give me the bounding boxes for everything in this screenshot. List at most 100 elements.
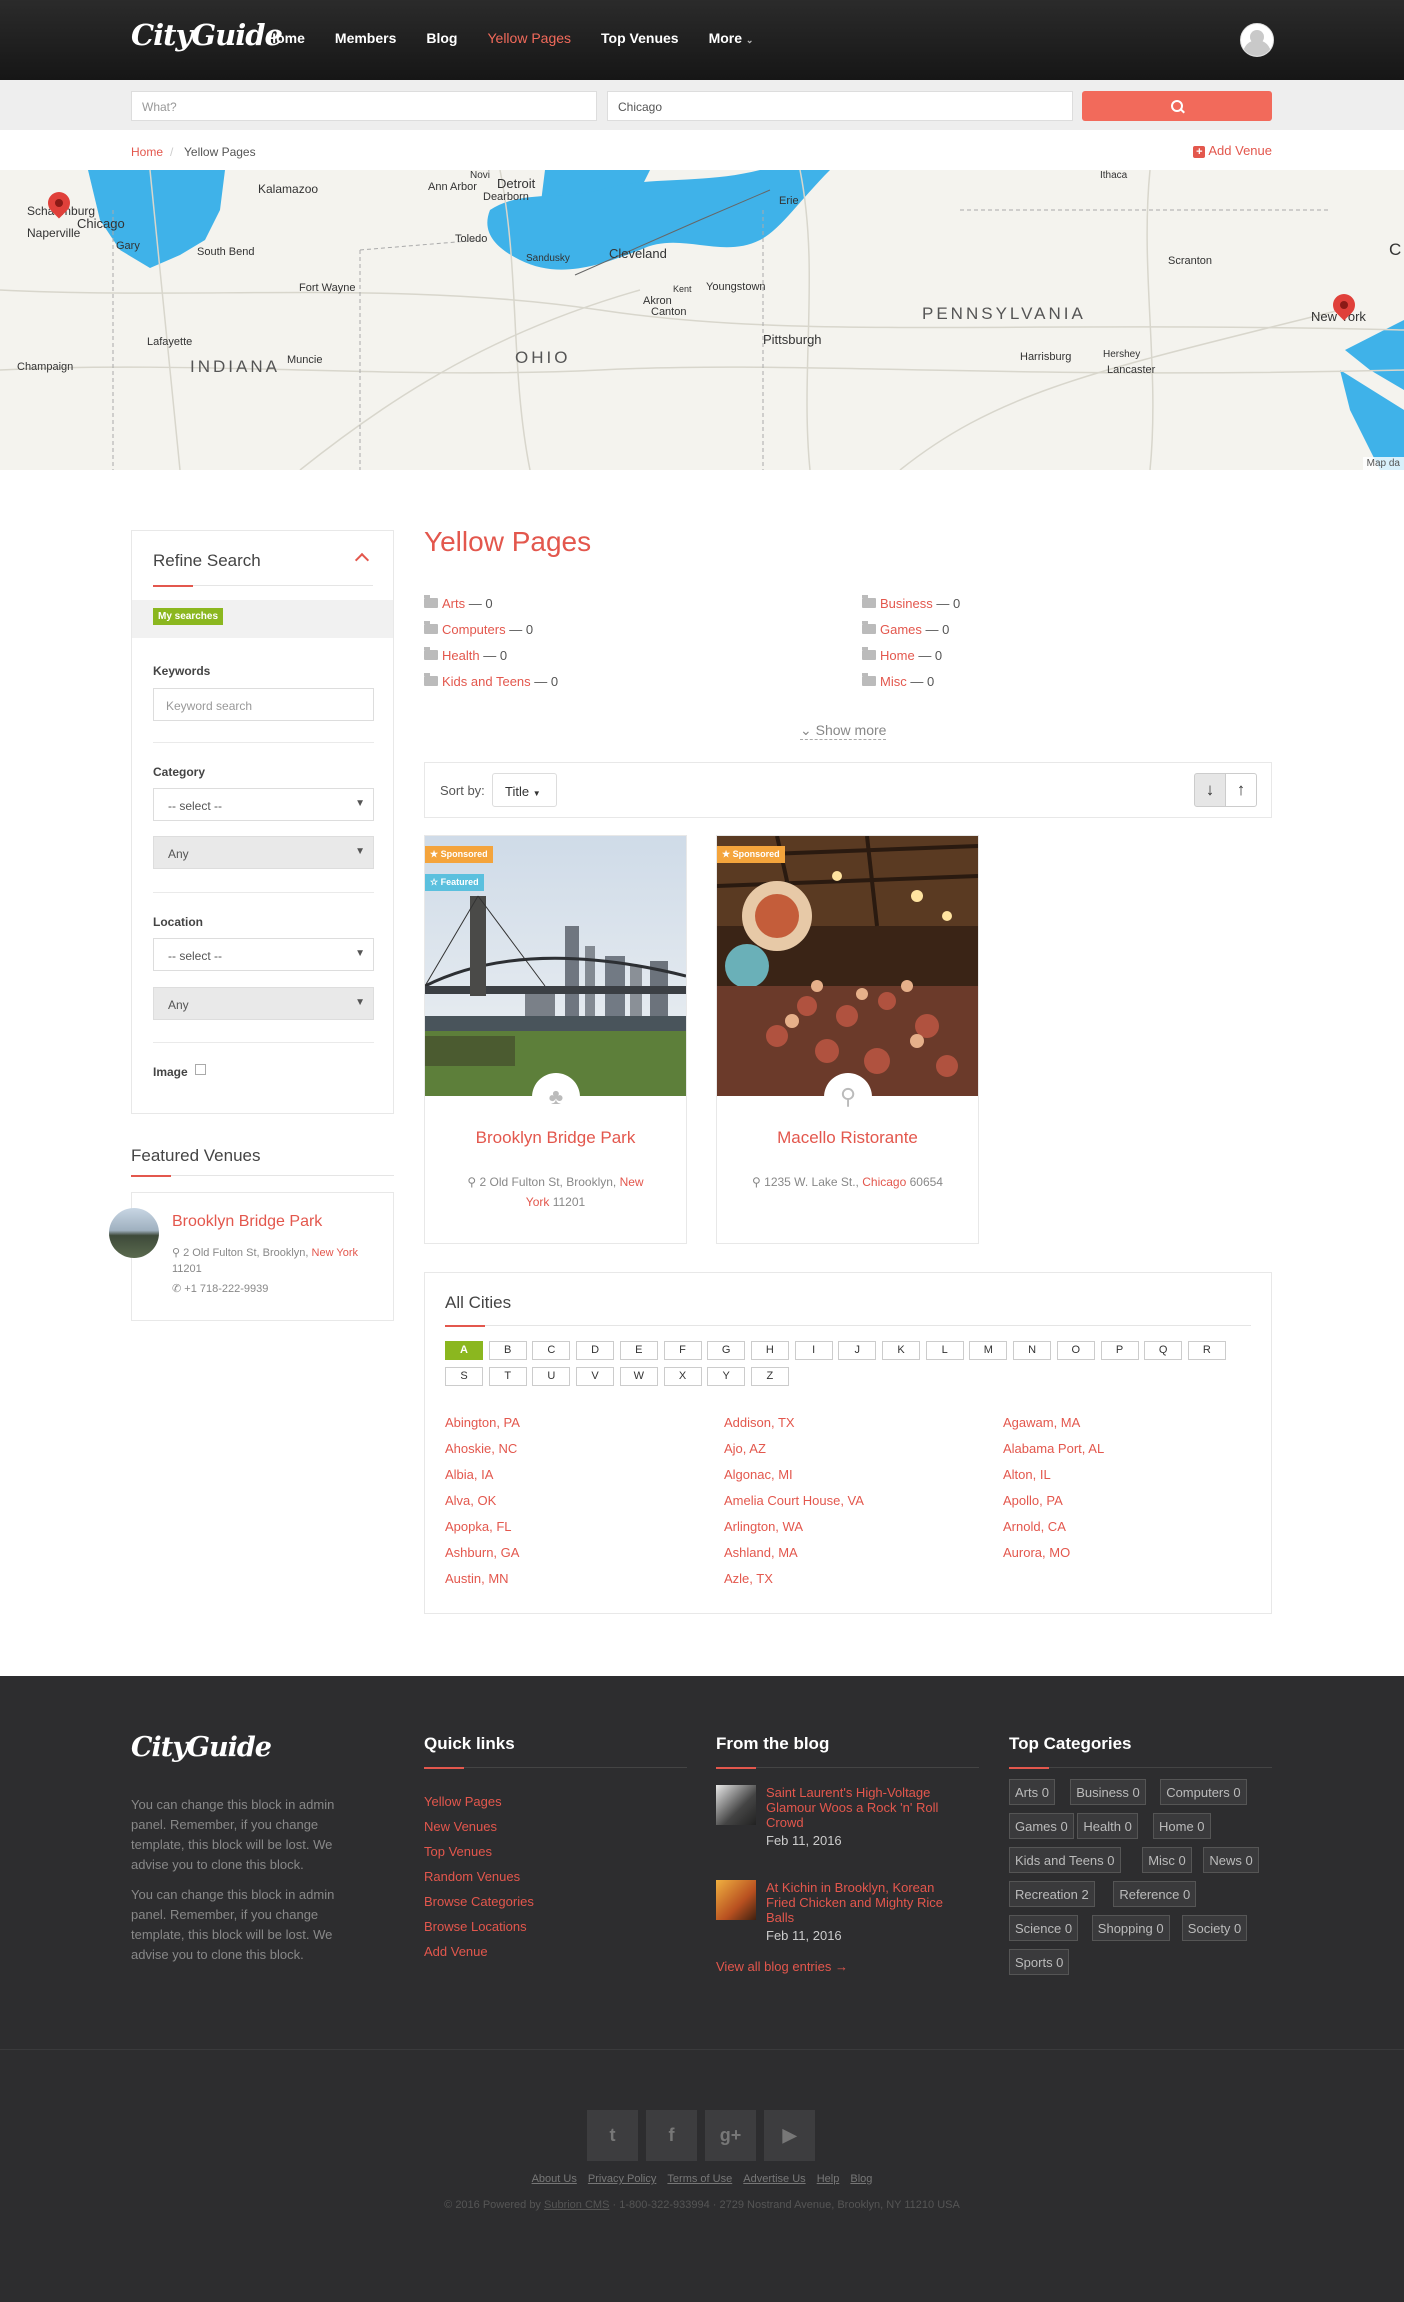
letter-filter-x[interactable]: X bbox=[663, 1367, 702, 1386]
letter-filter-j[interactable]: J bbox=[838, 1341, 877, 1360]
city-link[interactable]: Austin, MN bbox=[445, 1571, 509, 1586]
category-item[interactable]: Misc — 0 bbox=[862, 673, 934, 689]
category-tag[interactable]: Games 0 bbox=[1009, 1813, 1074, 1839]
blog-thumbnail[interactable] bbox=[716, 1785, 756, 1825]
category-item[interactable]: Games — 0 bbox=[862, 621, 949, 637]
category-tag[interactable]: Computers 0 bbox=[1160, 1779, 1247, 1805]
nav-top-venues[interactable]: Top Venues bbox=[601, 30, 679, 46]
show-more-link[interactable]: ⌄ Show more bbox=[800, 722, 887, 740]
footer-link[interactable]: Advertise Us bbox=[743, 2173, 805, 2185]
city-link[interactable]: Ajo, AZ bbox=[724, 1441, 766, 1456]
image-checkbox[interactable] bbox=[195, 1064, 206, 1075]
category-tag[interactable]: Society 0 bbox=[1181, 1915, 1248, 1941]
view-all-blog-link[interactable]: View all blog entries → bbox=[716, 1959, 848, 1974]
category-sub-select[interactable]: Any ▼ bbox=[153, 836, 374, 869]
my-searches-button[interactable]: My searches bbox=[153, 608, 224, 625]
letter-filter-n[interactable]: N bbox=[1013, 1341, 1052, 1360]
letter-filter-e[interactable]: E bbox=[619, 1341, 658, 1360]
letter-filter-s[interactable]: S bbox=[445, 1367, 483, 1386]
category-tag[interactable]: Kids and Teens 0 bbox=[1009, 1847, 1121, 1873]
category-tag[interactable]: Health 0 bbox=[1077, 1813, 1138, 1839]
city-link[interactable]: Ashland, MA bbox=[724, 1545, 798, 1560]
quick-link[interactable]: Browse Locations bbox=[424, 1919, 527, 1934]
category-item[interactable]: Health — 0 bbox=[424, 647, 507, 663]
category-item[interactable]: Kids and Teens — 0 bbox=[424, 673, 558, 689]
location-sub-select[interactable]: Any ▼ bbox=[153, 987, 374, 1020]
city-link[interactable]: Apollo, PA bbox=[1003, 1493, 1063, 1508]
sort-dropdown[interactable]: Title ▼ bbox=[492, 773, 557, 807]
quick-link[interactable]: Add Venue bbox=[424, 1944, 488, 1959]
letter-filter-i[interactable]: I bbox=[794, 1341, 833, 1360]
city-link[interactable]: Azle, TX bbox=[724, 1571, 773, 1586]
letter-filter-l[interactable]: L bbox=[925, 1341, 964, 1360]
listing-address-city[interactable]: Chicago bbox=[862, 1175, 906, 1189]
user-avatar[interactable] bbox=[1240, 23, 1274, 57]
city-link[interactable]: Arnold, CA bbox=[1003, 1519, 1066, 1534]
letter-filter-m[interactable]: M bbox=[969, 1341, 1008, 1360]
listing-photo[interactable]: ★ Sponsored ☆ Featured bbox=[425, 836, 686, 1096]
city-link[interactable]: Apopka, FL bbox=[445, 1519, 512, 1534]
letter-filter-u[interactable]: U bbox=[532, 1367, 571, 1386]
city-link[interactable]: Alabama Port, AL bbox=[1003, 1441, 1104, 1456]
city-link[interactable]: Ahoskie, NC bbox=[445, 1441, 517, 1456]
footer-link[interactable]: Blog bbox=[850, 2173, 872, 2185]
letter-filter-r[interactable]: R bbox=[1187, 1341, 1226, 1360]
add-venue-link[interactable]: + Add Venue bbox=[1193, 143, 1272, 158]
quick-link[interactable]: Top Venues bbox=[424, 1844, 492, 1859]
cms-link[interactable]: Subrion CMS bbox=[544, 2199, 609, 2211]
category-tag[interactable]: Reference 0 bbox=[1113, 1881, 1197, 1907]
sort-descending-button[interactable]: ↓ bbox=[1194, 773, 1226, 807]
listing-photo[interactable]: ★ Sponsored bbox=[717, 836, 978, 1096]
city-link[interactable]: Alton, IL bbox=[1003, 1467, 1051, 1482]
category-select[interactable]: -- select -- ▼ bbox=[153, 788, 374, 821]
city-link[interactable]: Albia, IA bbox=[445, 1467, 493, 1482]
letter-filter-c[interactable]: C bbox=[532, 1341, 571, 1360]
city-link[interactable]: Abington, PA bbox=[445, 1415, 520, 1430]
twitter-icon[interactable]: t bbox=[587, 2110, 638, 2161]
nav-yellow-pages[interactable]: Yellow Pages bbox=[487, 30, 571, 46]
category-item[interactable]: Arts — 0 bbox=[424, 595, 493, 611]
letter-filter-z[interactable]: Z bbox=[750, 1367, 789, 1386]
location-select[interactable]: -- select -- ▼ bbox=[153, 938, 374, 971]
footer-link[interactable]: Privacy Policy bbox=[588, 2173, 656, 2185]
quick-link[interactable]: Yellow Pages bbox=[424, 1794, 502, 1809]
letter-filter-w[interactable]: W bbox=[619, 1367, 658, 1386]
featured-venue-thumbnail[interactable] bbox=[109, 1208, 159, 1258]
youtube-icon[interactable]: ▶ bbox=[764, 2110, 815, 2161]
letter-filter-t[interactable]: T bbox=[488, 1367, 527, 1386]
listing-name[interactable]: Macello Ristorante bbox=[717, 1128, 978, 1148]
map[interactable]: Schaumburg Chicago Naperville Gary South… bbox=[0, 170, 1404, 470]
letter-filter-d[interactable]: D bbox=[576, 1341, 615, 1360]
city-link[interactable]: Addison, TX bbox=[724, 1415, 795, 1430]
letter-filter-k[interactable]: K bbox=[882, 1341, 920, 1360]
category-tag[interactable]: Arts 0 bbox=[1009, 1779, 1055, 1805]
search-button[interactable] bbox=[1082, 91, 1272, 121]
city-link[interactable]: Agawam, MA bbox=[1003, 1415, 1080, 1430]
sort-ascending-button[interactable]: ↑ bbox=[1225, 773, 1257, 807]
nav-blog[interactable]: Blog bbox=[426, 30, 457, 46]
category-item[interactable]: Computers — 0 bbox=[424, 621, 533, 637]
category-tag[interactable]: Science 0 bbox=[1009, 1915, 1079, 1941]
category-item[interactable]: Business — 0 bbox=[862, 595, 960, 611]
category-tag[interactable]: Sports 0 bbox=[1009, 1949, 1070, 1975]
search-what-input[interactable]: What? bbox=[131, 91, 597, 121]
category-tag[interactable]: Misc 0 bbox=[1142, 1847, 1192, 1873]
footer-link[interactable]: Terms of Use bbox=[667, 2173, 732, 2185]
search-where-input[interactable]: Chicago bbox=[607, 91, 1073, 121]
letter-filter-f[interactable]: F bbox=[663, 1341, 702, 1360]
site-logo[interactable]: CityGuide bbox=[131, 18, 283, 52]
nav-members[interactable]: Members bbox=[335, 30, 396, 46]
letter-filter-o[interactable]: O bbox=[1056, 1341, 1095, 1360]
category-item[interactable]: Home — 0 bbox=[862, 647, 942, 663]
quick-link[interactable]: New Venues bbox=[424, 1819, 497, 1834]
blog-thumbnail[interactable] bbox=[716, 1880, 756, 1920]
city-link[interactable]: Ashburn, GA bbox=[445, 1545, 519, 1560]
facebook-icon[interactable]: f bbox=[646, 2110, 697, 2161]
city-link[interactable]: Aurora, MO bbox=[1003, 1545, 1070, 1560]
quick-link[interactable]: Random Venues bbox=[424, 1869, 520, 1884]
letter-filter-a[interactable]: A bbox=[445, 1341, 483, 1360]
category-tag[interactable]: Recreation 2 bbox=[1009, 1881, 1095, 1907]
listing-name[interactable]: Brooklyn Bridge Park bbox=[425, 1128, 686, 1148]
keyword-search-input[interactable]: Keyword search bbox=[153, 688, 374, 721]
featured-venue-name[interactable]: Brooklyn Bridge Park bbox=[172, 1213, 322, 1231]
